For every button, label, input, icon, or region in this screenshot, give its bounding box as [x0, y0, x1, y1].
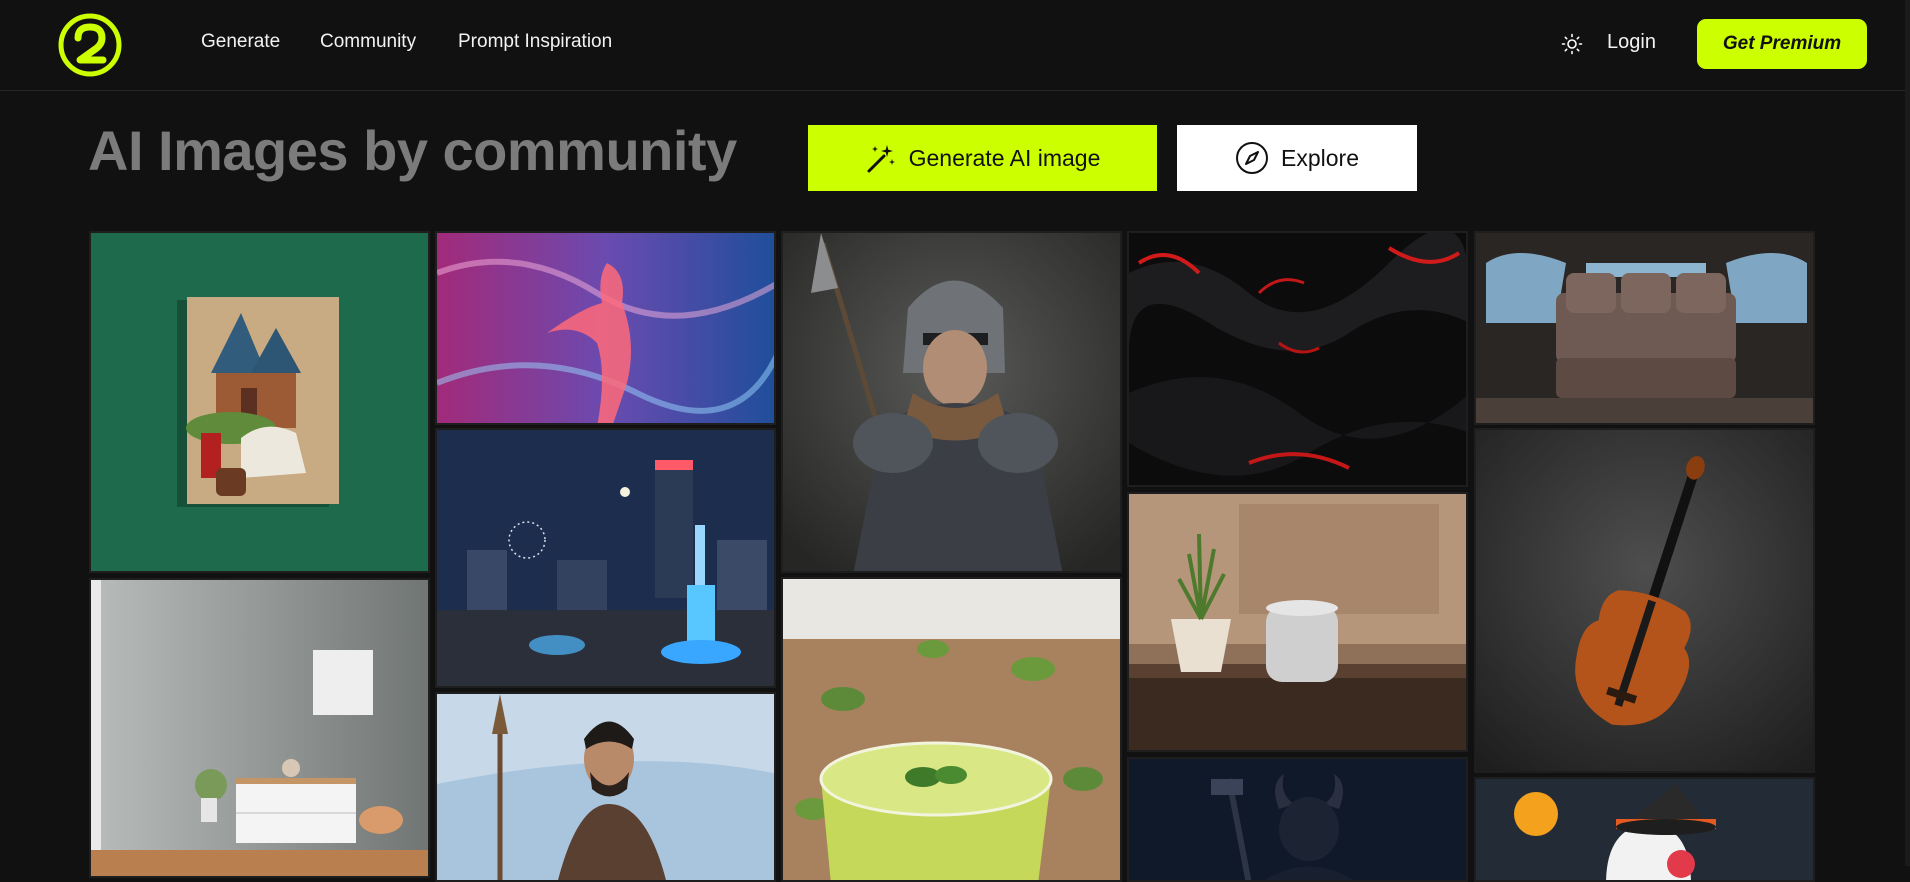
car-interior-image: [1476, 233, 1813, 423]
compass-icon: [1236, 142, 1268, 174]
green-juice-image: [783, 579, 1120, 880]
gallery-image-bearded-man[interactable]: [435, 692, 776, 882]
violin-image: [1476, 430, 1813, 771]
gallery-image-painting[interactable]: [89, 231, 430, 573]
generate-ai-image-label: Generate AI image: [908, 144, 1101, 171]
painting-church-image: [91, 233, 428, 571]
top-nav-bar: Generate Community Prompt Inspiration Lo…: [0, 0, 1910, 91]
gallery-image-horned-warrior[interactable]: [1127, 757, 1468, 882]
horned-warrior-image: [1129, 759, 1466, 880]
gallery-image-car-interior[interactable]: [1474, 231, 1815, 425]
page-title: AI Images by community: [88, 119, 737, 182]
gallery-image-city-night[interactable]: [435, 428, 776, 688]
explore-button[interactable]: Explore: [1177, 125, 1417, 191]
gallery-image-silk-fabric[interactable]: [1127, 231, 1468, 487]
generate-ai-image-button[interactable]: Generate AI image: [808, 125, 1157, 191]
nav-community[interactable]: Community: [320, 31, 416, 53]
magic-wand-icon: [867, 145, 895, 173]
logo-icon[interactable]: [58, 13, 122, 77]
cosmic-woman-image: [437, 233, 774, 423]
gallery-image-smart-speaker[interactable]: [1127, 492, 1468, 752]
scrollbar[interactable]: [1905, 0, 1910, 866]
login-link[interactable]: Login: [1607, 31, 1656, 54]
armored-knight-image: [783, 233, 1120, 571]
black-red-silk-image: [1129, 233, 1466, 485]
smart-speaker-image: [1129, 494, 1466, 750]
gallery-image-halloween-ghost[interactable]: [1474, 777, 1815, 882]
nav-prompt-inspiration[interactable]: Prompt Inspiration: [458, 31, 612, 53]
sun-icon[interactable]: [1561, 33, 1583, 55]
gallery-image-room[interactable]: [89, 578, 430, 878]
gallery-image-green-juice[interactable]: [781, 577, 1122, 882]
city-night-image: [437, 430, 774, 686]
bearded-man-image: [437, 694, 774, 880]
explore-label: Explore: [1281, 144, 1359, 171]
gallery-image-knight[interactable]: [781, 231, 1122, 573]
gallery-image-cosmic-woman[interactable]: [435, 231, 776, 425]
gray-room-image: [91, 580, 428, 876]
halloween-ghost-image: [1476, 779, 1813, 880]
get-premium-button[interactable]: Get Premium: [1697, 19, 1867, 69]
gallery-image-violin[interactable]: [1474, 428, 1815, 773]
nav-generate[interactable]: Generate: [201, 31, 280, 53]
